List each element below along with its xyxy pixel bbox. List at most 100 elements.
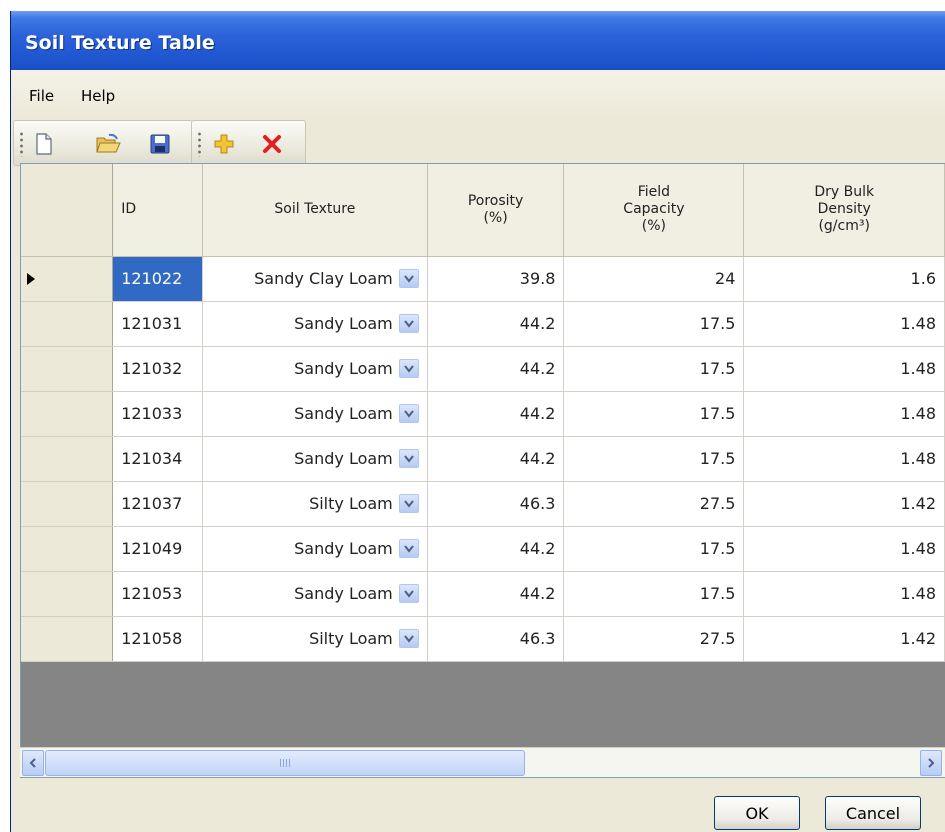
cell-porosity[interactable]: 44.2 — [427, 571, 565, 617]
cell-bulk-density[interactable]: 1.42 — [743, 616, 945, 662]
cell-id[interactable]: 121033 — [112, 391, 203, 437]
cell-bulk-density[interactable]: 1.48 — [743, 526, 945, 572]
chevron-down-icon[interactable] — [398, 269, 419, 288]
toolstrip-grip-icon[interactable] — [198, 131, 201, 157]
chevron-down-icon[interactable] — [398, 494, 419, 513]
cell-bulk-density[interactable]: 1.42 — [743, 481, 945, 527]
cell-id[interactable]: 121049 — [112, 526, 203, 572]
horizontal-scrollbar[interactable] — [20, 747, 945, 777]
cell-soil-texture[interactable]: Sandy Loam — [202, 301, 428, 347]
row-header[interactable] — [21, 436, 114, 482]
row-header[interactable] — [21, 526, 114, 572]
soil-texture-combobox[interactable]: Silty Loam — [211, 494, 419, 513]
scroll-thumb[interactable] — [45, 750, 525, 776]
cell-bulk-density[interactable]: 1.48 — [743, 571, 945, 617]
open-folder-icon[interactable] — [94, 130, 122, 158]
cell-soil-texture[interactable]: Sandy Loam — [202, 346, 428, 392]
table-row[interactable]: 121022 Sandy Clay Loam 39.8 24 1.6 — [21, 256, 945, 302]
cell-porosity[interactable]: 46.3 — [427, 481, 565, 527]
menu-file[interactable]: File — [25, 85, 58, 107]
cell-id[interactable]: 121031 — [112, 301, 203, 347]
table-row[interactable]: 121033 Sandy Loam 44.2 17.5 1.48 — [21, 391, 945, 437]
toolstrip-grip-icon[interactable] — [20, 131, 23, 157]
soil-texture-combobox[interactable]: Sandy Loam — [211, 449, 419, 468]
cell-field-capacity[interactable]: 24 — [563, 256, 745, 302]
cell-field-capacity[interactable]: 17.5 — [563, 301, 745, 347]
col-header-bulk-density[interactable]: Dry Bulk Density (g/cm³) — [743, 164, 945, 257]
soil-data-grid[interactable]: ID Soil Texture Porosity (%) Field Capac… — [20, 163, 945, 778]
soil-texture-combobox[interactable]: Sandy Clay Loam — [211, 269, 419, 288]
table-row[interactable]: 121034 Sandy Loam 44.2 17.5 1.48 — [21, 436, 945, 482]
col-header-porosity[interactable]: Porosity (%) — [427, 164, 565, 257]
soil-texture-combobox[interactable]: Sandy Loam — [211, 404, 419, 423]
cell-bulk-density[interactable]: 1.48 — [743, 391, 945, 437]
row-header[interactable] — [21, 391, 114, 437]
cell-id[interactable]: 121022 — [112, 256, 203, 302]
cell-porosity[interactable]: 39.8 — [427, 256, 565, 302]
cell-bulk-density[interactable]: 1.48 — [743, 301, 945, 347]
cancel-button[interactable]: Cancel — [825, 796, 921, 830]
row-header[interactable] — [21, 256, 114, 302]
delete-row-icon[interactable] — [258, 130, 286, 158]
cell-field-capacity[interactable]: 27.5 — [563, 616, 745, 662]
cell-field-capacity[interactable]: 27.5 — [563, 481, 745, 527]
cell-porosity[interactable]: 44.2 — [427, 346, 565, 392]
corner-header[interactable] — [21, 164, 114, 257]
col-header-field-capacity[interactable]: Field Capacity (%) — [563, 164, 745, 257]
cell-porosity[interactable]: 44.2 — [427, 391, 565, 437]
soil-texture-combobox[interactable]: Sandy Loam — [211, 584, 419, 603]
chevron-down-icon[interactable] — [398, 629, 419, 648]
cell-id[interactable]: 121034 — [112, 436, 203, 482]
soil-texture-combobox[interactable]: Sandy Loam — [211, 359, 419, 378]
chevron-down-icon[interactable] — [398, 314, 419, 333]
cell-bulk-density[interactable]: 1.6 — [743, 256, 945, 302]
cell-id[interactable]: 121032 — [112, 346, 203, 392]
save-icon[interactable] — [146, 130, 174, 158]
cell-id[interactable]: 121037 — [112, 481, 203, 527]
table-row[interactable]: 121053 Sandy Loam 44.2 17.5 1.48 — [21, 571, 945, 617]
cell-porosity[interactable]: 44.2 — [427, 526, 565, 572]
chevron-down-icon[interactable] — [398, 449, 419, 468]
cell-field-capacity[interactable]: 17.5 — [563, 346, 745, 392]
cell-field-capacity[interactable]: 17.5 — [563, 571, 745, 617]
table-row[interactable]: 121031 Sandy Loam 44.2 17.5 1.48 — [21, 301, 945, 347]
cell-porosity[interactable]: 46.3 — [427, 616, 565, 662]
menu-help[interactable]: Help — [77, 85, 119, 107]
title-bar[interactable]: Soil Texture Table — [11, 11, 945, 70]
cell-soil-texture[interactable]: Silty Loam — [202, 481, 428, 527]
row-header[interactable] — [21, 481, 114, 527]
add-row-icon[interactable] — [210, 130, 238, 158]
col-header-id[interactable]: ID — [112, 164, 203, 257]
table-row[interactable]: 121037 Silty Loam 46.3 27.5 1.42 — [21, 481, 945, 527]
chevron-down-icon[interactable] — [398, 359, 419, 378]
cell-bulk-density[interactable]: 1.48 — [743, 346, 945, 392]
chevron-down-icon[interactable] — [398, 584, 419, 603]
table-row[interactable]: 121049 Sandy Loam 44.2 17.5 1.48 — [21, 526, 945, 572]
row-header[interactable] — [21, 346, 114, 392]
row-header[interactable] — [21, 571, 114, 617]
soil-texture-combobox[interactable]: Sandy Loam — [211, 539, 419, 558]
cell-id[interactable]: 121058 — [112, 616, 203, 662]
row-header[interactable] — [21, 616, 114, 662]
table-row[interactable]: 121058 Silty Loam 46.3 27.5 1.42 — [21, 616, 945, 662]
cell-porosity[interactable]: 44.2 — [427, 301, 565, 347]
row-header[interactable] — [21, 301, 114, 347]
cell-id[interactable]: 121053 — [112, 571, 203, 617]
cell-field-capacity[interactable]: 17.5 — [563, 526, 745, 572]
scroll-left-icon[interactable] — [22, 750, 44, 776]
cell-soil-texture[interactable]: Sandy Clay Loam — [202, 256, 428, 302]
cell-soil-texture[interactable]: Sandy Loam — [202, 436, 428, 482]
new-file-icon[interactable] — [30, 130, 58, 158]
cell-field-capacity[interactable]: 17.5 — [563, 436, 745, 482]
cell-soil-texture[interactable]: Sandy Loam — [202, 571, 428, 617]
cell-bulk-density[interactable]: 1.48 — [743, 436, 945, 482]
cell-soil-texture[interactable]: Sandy Loam — [202, 526, 428, 572]
cell-porosity[interactable]: 44.2 — [427, 436, 565, 482]
table-row[interactable]: 121032 Sandy Loam 44.2 17.5 1.48 — [21, 346, 945, 392]
cell-field-capacity[interactable]: 17.5 — [563, 391, 745, 437]
scroll-right-icon[interactable] — [920, 750, 942, 776]
soil-texture-combobox[interactable]: Sandy Loam — [211, 314, 419, 333]
cell-soil-texture[interactable]: Sandy Loam — [202, 391, 428, 437]
col-header-soil-texture[interactable]: Soil Texture — [202, 164, 428, 257]
soil-texture-combobox[interactable]: Silty Loam — [211, 629, 419, 648]
